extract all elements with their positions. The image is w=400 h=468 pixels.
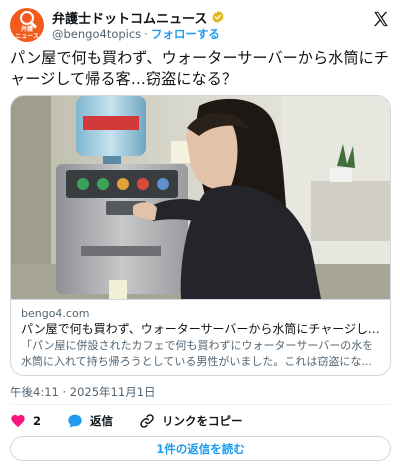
like-count: 2 — [33, 414, 42, 428]
name-row: 弁護士ドットコムニュース — [52, 8, 225, 27]
link-icon — [140, 414, 154, 428]
card-info[interactable]: bengo4.com パン屋で何も買わず、ウォーターサーバーから水筒にチャージし… — [11, 299, 390, 375]
card-description: 「パン屋に併設されたカフェで何も買わずにウォーターサーバーの水を水筒に入れて持ち… — [21, 339, 374, 368]
card-domain: bengo4.com — [21, 307, 90, 320]
magnifier-logo-icon — [20, 10, 34, 25]
verified-badge-icon — [212, 10, 224, 24]
copy-link-label: リンクをコピー — [162, 414, 243, 428]
action-bar: 2 返信 リンクをコピー — [10, 410, 391, 432]
card-title[interactable]: パン屋で何も買わず、ウォーターサーバーから水筒にチャージして帰る... — [21, 321, 382, 338]
tweet-header: 弁護 ニュース 弁護士ドットコムニュース @bengo4topics · フォロー… — [10, 8, 390, 42]
tweet-text: パン屋で何も買わず、ウォーターサーバーから水筒にチャージして帰る客…窃盗になる？ — [10, 49, 389, 88]
link-card[interactable]: bengo4.com パン屋で何も買わず、ウォーターサーバーから水筒にチャージし… — [10, 95, 391, 376]
read-replies-button[interactable]: 1件の返信を読む — [10, 436, 391, 461]
like-button[interactable]: 2 — [10, 413, 41, 429]
follow-button[interactable]: フォローする — [151, 26, 220, 42]
display-name[interactable]: 弁護士ドットコムニュース — [52, 8, 207, 27]
reply-bubble-icon — [68, 414, 82, 428]
water-server-photo — [11, 96, 390, 299]
avatar[interactable]: 弁護 ニュース — [10, 8, 44, 42]
handle-row: @bengo4topics · フォローする — [52, 26, 220, 41]
reply-button[interactable]: 返信 — [67, 413, 113, 429]
reply-label: 返信 — [90, 414, 114, 428]
x-logo-icon[interactable] — [372, 10, 390, 28]
separator-dot: · — [144, 26, 148, 41]
tweet-timestamp[interactable]: 午後4:11 · 2025年11月1日 — [10, 384, 156, 400]
heart-icon — [11, 414, 25, 428]
copy-link-button[interactable]: リンクをコピー — [139, 413, 243, 429]
divider — [10, 404, 391, 405]
article-photo[interactable] — [11, 96, 390, 299]
account-handle[interactable]: @bengo4topics — [52, 27, 141, 41]
